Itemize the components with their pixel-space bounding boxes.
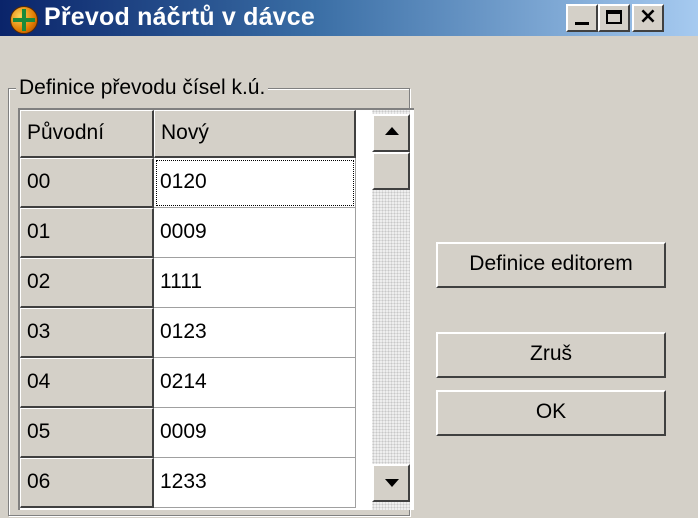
new-value-cell[interactable]: 0009 [154,408,356,458]
title-bar[interactable]: Převod náčrtů v dávce × [0,0,698,36]
scroll-thumb[interactable] [372,152,410,190]
new-value-cell[interactable]: 0214 [154,358,356,408]
row-header[interactable]: 03 [20,308,154,358]
row-header[interactable]: 02 [20,258,154,308]
row-header[interactable]: 06 [20,458,154,508]
column-header-new[interactable]: Nový [154,110,356,158]
conversion-grid: Původní Nový 00 0120 01 0009 02 1111 03 … [18,108,414,510]
row-header[interactable]: 01 [20,208,154,258]
new-value-cell[interactable]: 0009 [154,208,356,258]
groupbox-legend: Definice převodu čísel k.ú. [16,76,269,100]
row-header[interactable]: 05 [20,408,154,458]
row-header[interactable]: 00 [20,158,154,208]
scroll-down-button[interactable] [372,464,410,502]
new-value-cell[interactable]: 1111 [154,258,356,308]
minimize-button[interactable] [566,4,598,32]
cancel-button[interactable]: Zruš [436,332,666,378]
column-header-original[interactable]: Původní [20,110,154,158]
row-header[interactable]: 04 [20,358,154,408]
new-value-cell[interactable]: 1233 [154,458,356,508]
ok-button[interactable]: OK [436,390,666,436]
new-value-cell[interactable]: 0120 [154,158,356,208]
window-title: Převod náčrtů v dávce [44,3,315,31]
maximize-button[interactable] [598,4,630,32]
maximize-icon [606,10,622,24]
new-value-cell[interactable]: 0123 [154,308,356,358]
minimize-icon [575,22,589,25]
app-globe-icon[interactable] [10,6,38,34]
arrow-up-icon [385,127,399,135]
close-icon: × [638,4,658,29]
close-button[interactable]: × [632,4,664,32]
vertical-scrollbar[interactable] [372,110,410,510]
define-by-editor-button[interactable]: Definice editorem [436,242,666,288]
scroll-up-button[interactable] [372,114,410,152]
arrow-down-icon [385,479,399,487]
